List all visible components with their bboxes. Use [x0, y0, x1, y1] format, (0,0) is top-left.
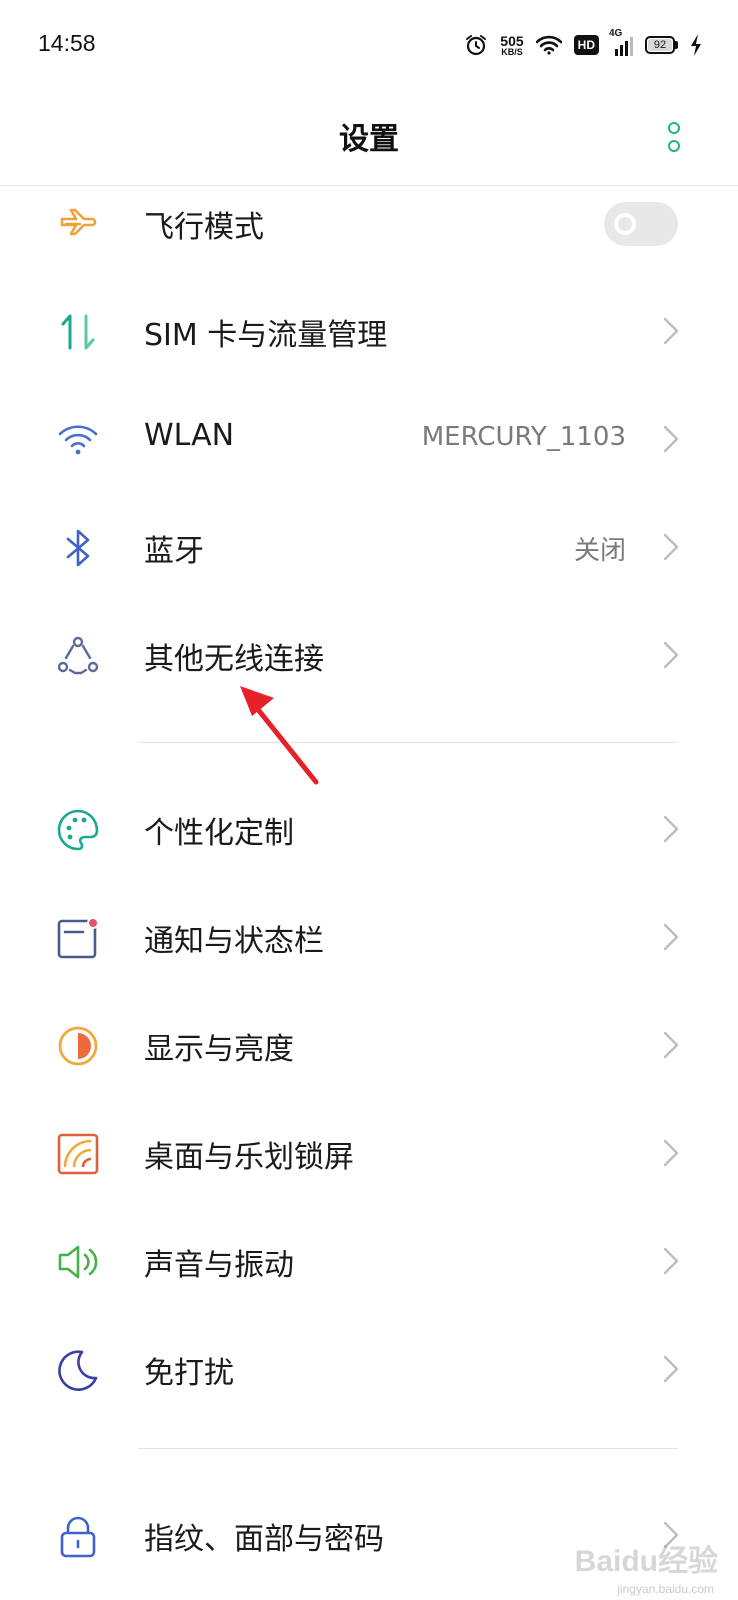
chevron-right-icon [663, 1355, 679, 1383]
moon-icon [58, 1350, 98, 1391]
charging-icon [691, 34, 701, 56]
settings-item-do-not-disturb[interactable]: 免打扰 [0, 1318, 738, 1418]
chevron-right-icon [663, 641, 679, 669]
chevron-right-icon [663, 1031, 679, 1059]
toggle-knob [614, 213, 636, 235]
wireless-connections-icon [57, 636, 99, 675]
settings-item-label: 桌面与乐划锁屏 [144, 1140, 354, 1175]
settings-item-label: 个性化定制 [144, 816, 294, 851]
baidu-watermark: Baidu经验 [574, 1545, 718, 1578]
section-divider [138, 1448, 678, 1449]
hd-badge: HD [573, 35, 599, 55]
lock-icon [60, 1516, 96, 1558]
settings-item-label: 通知与状态栏 [144, 924, 324, 959]
settings-item-other-wireless[interactable]: 其他无线连接 [0, 604, 738, 704]
network-type-label: 4G [609, 28, 623, 39]
airplane-mode-toggle[interactable] [604, 202, 678, 246]
status-time: 14:58 [38, 30, 96, 56]
chevron-right-icon [663, 533, 679, 561]
settings-item-label: 显示与亮度 [144, 1032, 294, 1067]
cellular-signal-icon: 4G [609, 28, 633, 56]
wifi-status-icon [535, 35, 562, 55]
annotation-arrow [240, 686, 319, 785]
notification-icon [57, 917, 99, 959]
settings-item-label: 声音与振动 [144, 1248, 294, 1283]
network-speed-value: 505 [500, 32, 524, 49]
airplane-icon [60, 208, 97, 236]
chevron-right-icon [663, 923, 679, 951]
more-options-button[interactable] [666, 122, 682, 154]
network-speed-unit: KB/S [501, 46, 523, 57]
settings-item-sim[interactable]: SIM 卡与流量管理 [0, 280, 738, 380]
palette-icon [57, 809, 99, 851]
brightness-icon [58, 1026, 98, 1066]
data-transfer-icon [61, 314, 95, 350]
network-speed: 505 KB/S [500, 34, 523, 57]
page-title: 设置 [339, 122, 399, 157]
chevron-right-icon [663, 425, 679, 453]
alarm-icon [466, 35, 487, 56]
bluetooth-icon [66, 529, 90, 567]
bluetooth-status: 关闭 [573, 536, 626, 566]
settings-item-bluetooth[interactable]: 蓝牙 关闭 [0, 496, 738, 596]
more-vertical-icon [666, 122, 682, 152]
status-bar: 14:58 505 KB/S HD 4G 92 [0, 0, 738, 90]
wlan-network-name: MERCURY_1103 [421, 422, 626, 452]
battery-level: 92 [648, 39, 672, 51]
chevron-right-icon [663, 317, 679, 345]
chevron-right-icon [663, 1139, 679, 1167]
settings-item-label: 其他无线连接 [144, 642, 324, 677]
speaker-icon [58, 1245, 98, 1279]
settings-item-notifications[interactable]: 通知与状态栏 [0, 886, 738, 986]
settings-item-desktop-lockscreen[interactable]: 桌面与乐划锁屏 [0, 1102, 738, 1202]
wallpaper-icon [57, 1133, 99, 1175]
baidu-watermark-url: jingyan.baidu.com [617, 1582, 714, 1596]
settings-item-personalization[interactable]: 个性化定制 [0, 778, 738, 878]
settings-item-label: 蓝牙 [144, 534, 204, 569]
settings-item-label: 免打扰 [144, 1356, 234, 1391]
status-icons: 505 KB/S HD 4G 92 [464, 28, 702, 62]
chevron-right-icon [663, 815, 679, 843]
settings-item-airplane-mode[interactable]: 飞行模式 [0, 172, 738, 272]
settings-item-label: 飞行模式 [144, 210, 264, 245]
wifi-icon [58, 425, 98, 455]
settings-item-sound[interactable]: 声音与振动 [0, 1210, 738, 1310]
settings-item-label: WLAN [144, 418, 235, 453]
section-divider [138, 742, 678, 743]
settings-item-label: SIM 卡与流量管理 [144, 318, 388, 353]
settings-item-display[interactable]: 显示与亮度 [0, 994, 738, 1094]
chevron-right-icon [663, 1247, 679, 1275]
settings-item-wlan[interactable]: WLAN MERCURY_1103 [0, 388, 738, 488]
battery-icon: 92 [645, 36, 678, 54]
settings-item-label: 指纹、面部与密码 [144, 1522, 384, 1557]
